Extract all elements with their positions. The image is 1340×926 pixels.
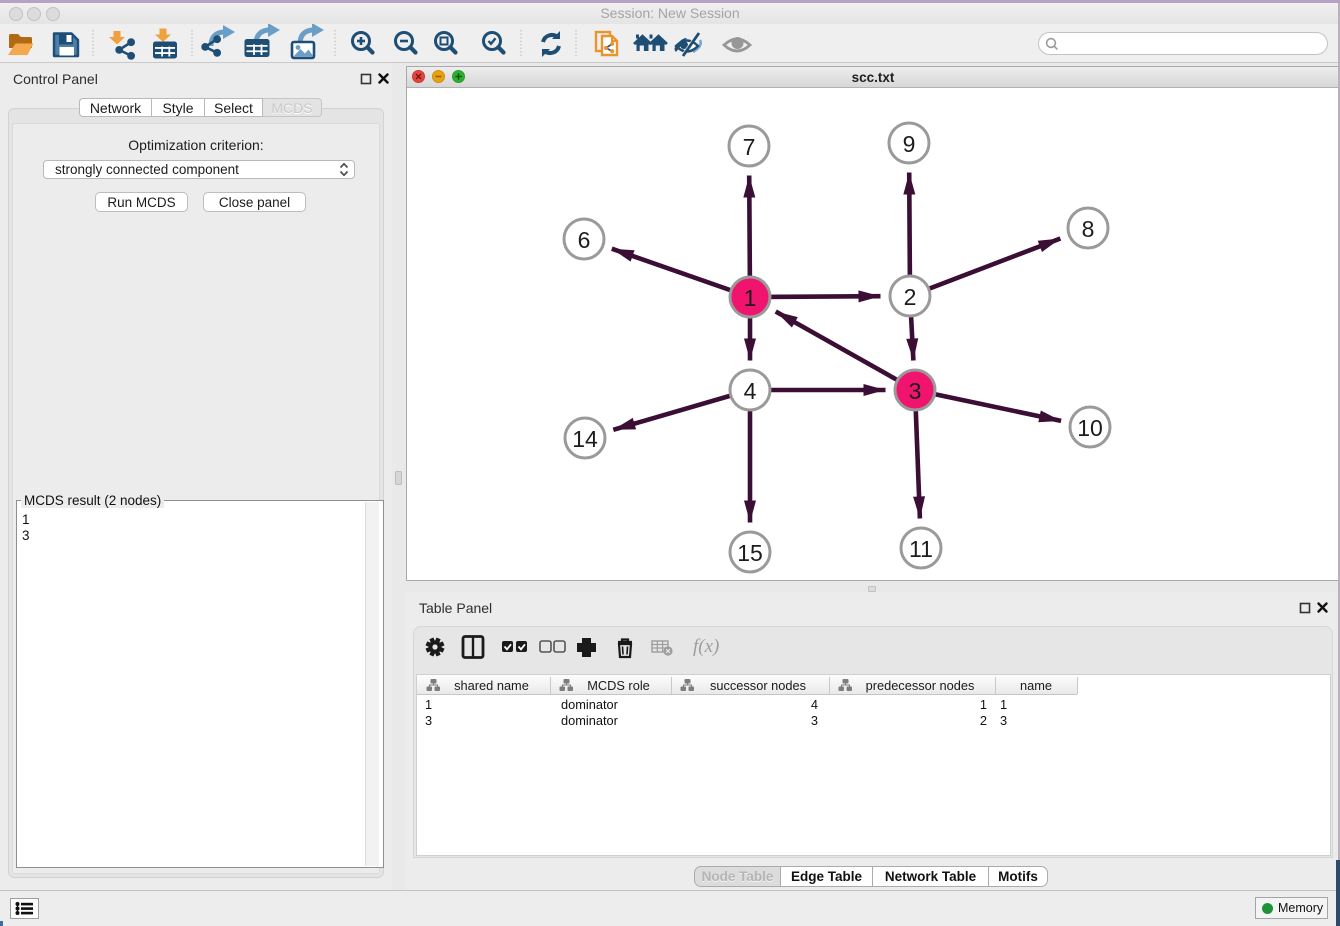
svg-text:15: 15	[737, 540, 763, 566]
svg-text:11: 11	[909, 536, 933, 562]
svg-text:4: 4	[744, 378, 757, 404]
svg-text:14: 14	[572, 426, 598, 452]
svg-text:3: 3	[909, 378, 922, 404]
svg-text:7: 7	[743, 134, 756, 160]
svg-text:9: 9	[903, 131, 916, 157]
svg-text:6: 6	[578, 227, 591, 253]
svg-text:10: 10	[1077, 415, 1103, 441]
svg-text:8: 8	[1082, 216, 1095, 242]
svg-text:2: 2	[904, 284, 917, 310]
svg-text:1: 1	[744, 285, 757, 311]
